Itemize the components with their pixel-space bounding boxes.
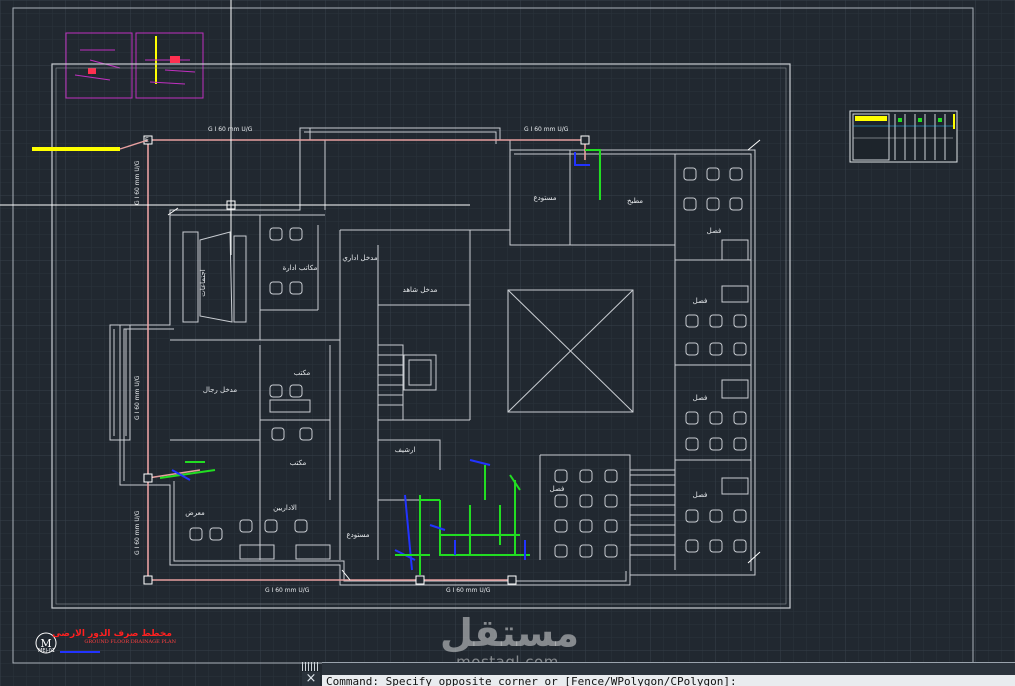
room-storage-2: مستودع (346, 531, 369, 539)
pipe-label-left-lower: G I 60 mm U/G (134, 510, 141, 555)
cad-viewport[interactable]: G I 60 mm U/G G I 60 mm U/G G I 60 mm U/… (0, 0, 1015, 686)
legend-table (849, 110, 958, 163)
title-arabic: مخطط صرف الدور الارضى (52, 629, 172, 639)
room-class-5: فصل (550, 485, 565, 493)
pipe-label-bottom-left: G I 60 mm U/G (265, 587, 310, 594)
room-reception: معرض (185, 509, 205, 517)
room-office-1: مكتب (294, 369, 311, 377)
drawing-canvas[interactable]: G I 60 mm U/G G I 60 mm U/G G I 60 mm U/… (0, 0, 1015, 686)
room-class-1: فصل (707, 227, 722, 235)
room-admin-offices: مكاتب ادارة (283, 264, 318, 272)
room-class-3: فصل (693, 394, 708, 402)
room-archive: ارشيف (395, 446, 416, 454)
pipe-label-bottom-right: G I 60 mm U/G (446, 587, 491, 594)
room-class-4: فصل (693, 491, 708, 499)
room-storage: مستودع (533, 194, 556, 202)
command-history (322, 663, 1015, 675)
room-staff: الاداريين (273, 504, 297, 512)
room-meetings: اجتماعات (199, 269, 207, 297)
close-icon[interactable]: × (302, 672, 320, 686)
title-sheet-code: MEJ-01 (38, 648, 55, 654)
room-admin-entrance: مدخل اداري (342, 254, 377, 262)
room-kitchen: مطبخ (627, 197, 643, 205)
pipe-label-left-upper: G I 60 mm U/G (134, 160, 141, 205)
room-men-entrance: مدخل رجال (203, 386, 237, 394)
pipe-label-top-right: G I 60 mm U/G (524, 126, 569, 133)
command-prompt[interactable]: Command: Specify opposite corner or [Fen… (326, 675, 737, 686)
command-line-grip[interactable] (302, 662, 320, 671)
pipe-label-top-left: G I 60 mm U/G (208, 126, 253, 133)
room-main-entrance: مدخل شاهد (403, 286, 438, 294)
manhole-label: E (145, 137, 149, 144)
room-class-2: فصل (693, 297, 708, 305)
title-english: GROUND FLOOR DRAINAGE PLAN (84, 639, 176, 645)
command-line[interactable]: Command: Specify opposite corner or [Fen… (322, 662, 1015, 686)
room-office-2: مكتب (290, 459, 307, 467)
pipe-label-left-middle: G I 60 mm U/G (134, 375, 141, 420)
